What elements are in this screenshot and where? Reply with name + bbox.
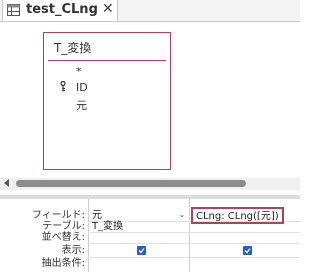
- row-separator: [88, 232, 300, 233]
- row-label-table: テーブル:: [42, 221, 85, 232]
- column-separator: [189, 199, 190, 272]
- document-tab-bar: test_CLng ✕: [0, 0, 300, 22]
- row-separator: [88, 257, 300, 258]
- table-title-divider: [48, 60, 166, 61]
- tab-test-clng[interactable]: test_CLng ✕: [2, 0, 118, 21]
- column-separator: [88, 199, 89, 272]
- query-icon: [7, 4, 20, 16]
- table-name: T_変換: [54, 41, 92, 55]
- row-label-criteria: 抽出条件:: [41, 258, 85, 269]
- table-cell-col1[interactable]: T_変換: [92, 221, 123, 232]
- table-field-list[interactable]: T_変換 * ID 元: [43, 32, 171, 170]
- row-label-field: フィールド:: [31, 210, 85, 221]
- query-design-grid: フィールド: テーブル: 並べ替え: 表示: 抽出条件: 元 ⌄ T_変換 CL…: [0, 199, 300, 272]
- scroll-thumb[interactable]: [16, 180, 246, 187]
- row-label-show: 表示:: [61, 245, 85, 256]
- show-checkbox-col2[interactable]: [243, 246, 252, 255]
- tab-title: test_CLng: [26, 2, 98, 17]
- close-icon[interactable]: ✕: [102, 1, 114, 17]
- key-icon: [60, 81, 66, 92]
- field-item-gen[interactable]: 元: [76, 97, 87, 113]
- selected-field-cell[interactable]: CLng: CLng([元]): [191, 207, 284, 224]
- scroll-left-arrow-icon[interactable]: [4, 179, 9, 187]
- horizontal-scrollbar[interactable]: [0, 178, 300, 190]
- row-label-sort: 並べ替え:: [41, 232, 85, 243]
- show-checkbox-col1[interactable]: [137, 246, 146, 255]
- checkmark-icon: [138, 248, 145, 254]
- row-separator: [88, 243, 300, 244]
- field-cell-col2[interactable]: CLng: CLng([元]): [196, 211, 279, 222]
- query-design-area: T_変換 * ID 元: [0, 22, 300, 175]
- field-item-all[interactable]: *: [76, 65, 82, 78]
- field-item-id[interactable]: ID: [76, 81, 88, 94]
- chevron-down-icon[interactable]: ⌄: [177, 210, 187, 220]
- checkmark-icon: [244, 248, 251, 254]
- field-cell-col1[interactable]: 元: [92, 210, 102, 221]
